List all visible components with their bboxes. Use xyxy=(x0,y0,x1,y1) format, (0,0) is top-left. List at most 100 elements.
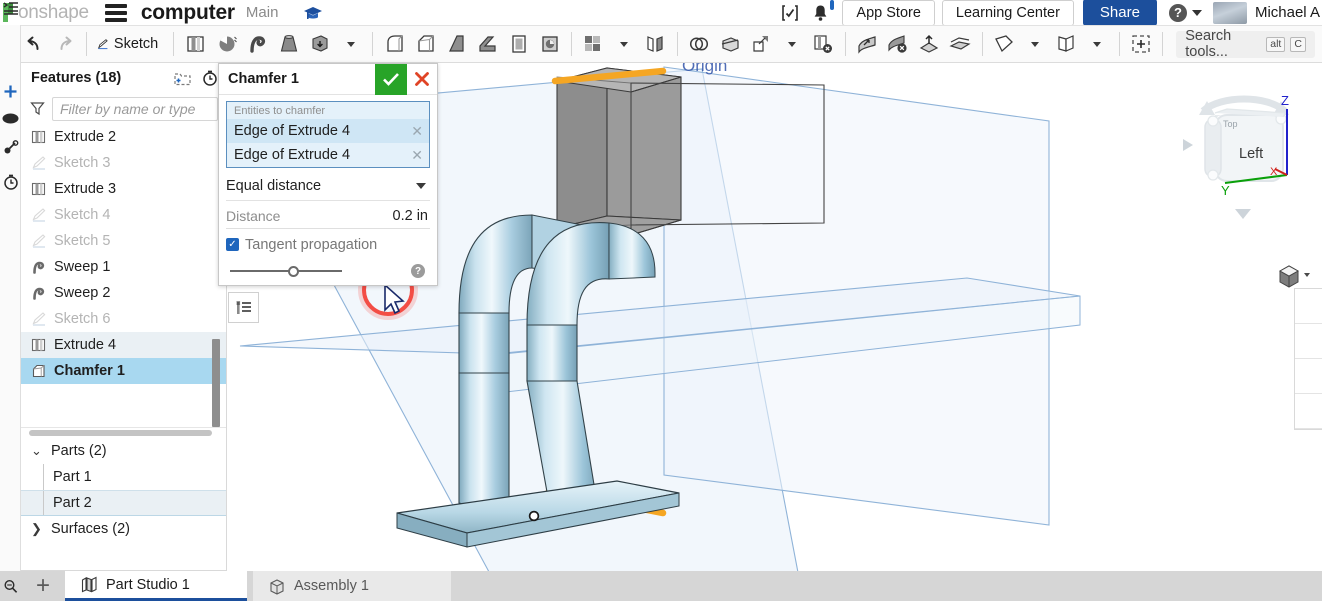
hole-icon[interactable] xyxy=(534,26,565,62)
measure-list-button[interactable] xyxy=(228,292,259,323)
revolve-icon[interactable] xyxy=(211,26,242,62)
tree-item-surfaces-2[interactable]: ❯ Surfaces (2) xyxy=(21,516,226,542)
learning-center-button[interactable]: Learning Center xyxy=(941,0,1074,26)
flyout-item[interactable] xyxy=(1295,359,1322,394)
feature-list-hscrollbar[interactable] xyxy=(21,427,226,438)
entity-item[interactable]: Edge of Extrude 4 ✕ xyxy=(227,119,429,143)
tab-part-studio-1[interactable]: Part Studio 1 xyxy=(65,571,247,601)
feature-list-item-sketch-4[interactable]: Sketch 4 xyxy=(21,202,226,228)
feature-list-item-extrude-3[interactable]: Extrude 3 xyxy=(21,176,226,202)
chevron-right-icon[interactable]: ❯ xyxy=(30,521,43,537)
feature-list-item-extrude-2[interactable]: Extrude 2 xyxy=(21,124,226,150)
version-check-icon[interactable] xyxy=(775,0,805,25)
add-tab-button[interactable]: + xyxy=(21,571,65,601)
curve-icon[interactable] xyxy=(1051,26,1082,62)
chevron-down-icon[interactable] xyxy=(416,183,426,189)
feature-list-scrollbar-thumb[interactable] xyxy=(212,339,220,427)
help-question-icon[interactable]: ? xyxy=(1168,3,1187,22)
notifications-bell-icon[interactable] xyxy=(805,0,835,25)
boolean-icon[interactable] xyxy=(684,26,715,62)
feature-list-item-sweep-1[interactable]: Sweep 1 xyxy=(21,254,226,280)
share-button[interactable]: Share xyxy=(1082,0,1157,26)
chevron-down-icon[interactable]: ⌄ xyxy=(30,443,43,459)
tab-assembly-1[interactable]: Assembly 1 xyxy=(253,571,451,601)
view-cube[interactable]: Top Z Y X Left xyxy=(1169,83,1319,233)
extrude-icon[interactable] xyxy=(180,26,211,62)
thicken-chevron-down-icon[interactable] xyxy=(335,26,366,62)
split-icon[interactable] xyxy=(715,26,746,62)
right-side-flyout-panel[interactable] xyxy=(1294,288,1322,430)
tree-item-part-2[interactable]: Part 2 xyxy=(21,490,226,516)
feature-list-hscrollbar-thumb[interactable] xyxy=(29,430,212,436)
feature-list-item-sketch-6[interactable]: Sketch 6 xyxy=(21,306,226,332)
chamfer-dialog[interactable]: Chamfer 1 Entities to chamfer Edge of Ex… xyxy=(218,63,438,286)
flyout-item[interactable] xyxy=(1295,394,1322,429)
display-style-cube-icon[interactable] xyxy=(1276,263,1316,289)
offset-surface-icon[interactable] xyxy=(945,26,976,62)
tree-item-parts-2[interactable]: ⌄ Parts (2) xyxy=(21,438,226,464)
history-timer-icon[interactable] xyxy=(0,171,21,193)
zoom-fit-icon[interactable] xyxy=(0,571,21,601)
rollback-timer-icon[interactable] xyxy=(202,70,218,86)
document-title[interactable]: computer xyxy=(141,1,235,25)
search-input[interactable]: Filter by name or type xyxy=(52,96,218,121)
appearance-icon[interactable] xyxy=(0,107,21,129)
feature-list-item-sketch-5[interactable]: Sketch 5 xyxy=(21,228,226,254)
sweep-icon[interactable] xyxy=(242,26,273,62)
user-name[interactable]: Michael A xyxy=(1255,4,1320,21)
checkbox-checked-icon[interactable]: ✓ xyxy=(226,238,239,251)
remove-x-icon[interactable]: ✕ xyxy=(411,147,423,164)
app-store-button[interactable]: App Store xyxy=(842,0,935,26)
view-cube-face-label[interactable]: Left xyxy=(1239,146,1263,162)
chamfer-type-select[interactable]: Equal distance xyxy=(226,172,430,201)
loft-icon[interactable] xyxy=(273,26,304,62)
flyout-item[interactable] xyxy=(1295,289,1322,324)
assembly-mate-icon[interactable] xyxy=(0,137,21,159)
delete-face-icon[interactable] xyxy=(883,26,914,62)
entities-to-chamfer-field[interactable]: Entities to chamfer Edge of Extrude 4 ✕ … xyxy=(226,101,430,168)
fillet-icon[interactable] xyxy=(379,26,410,62)
tree-item-part-1[interactable]: Part 1 xyxy=(21,464,226,490)
mirror-icon[interactable] xyxy=(640,26,671,62)
chamfer-icon[interactable] xyxy=(410,26,441,62)
sketch-button[interactable]: Sketch xyxy=(93,26,167,62)
filter-funnel-icon[interactable] xyxy=(30,101,45,116)
flyout-item[interactable] xyxy=(1295,324,1322,359)
entity-item[interactable]: Edge of Extrude 4 ✕ xyxy=(227,143,429,167)
feature-list-icon[interactable] xyxy=(0,0,21,19)
remove-x-icon[interactable]: ✕ xyxy=(411,123,423,140)
avatar[interactable] xyxy=(1212,1,1247,24)
transform-chevron-down-icon[interactable] xyxy=(777,26,808,62)
search-tools-input[interactable]: Search tools... alt C xyxy=(1176,28,1315,60)
help-chevron-down-icon[interactable] xyxy=(1191,9,1202,16)
help-question-icon[interactable]: ? xyxy=(411,264,425,278)
thicken-icon[interactable] xyxy=(304,26,335,62)
hamburger-menu-icon[interactable] xyxy=(104,1,127,25)
slider-track[interactable] xyxy=(230,270,342,272)
insert-plus-icon[interactable] xyxy=(0,80,21,102)
distance-value[interactable]: 0.2 in xyxy=(393,208,430,224)
pattern-icon[interactable] xyxy=(578,26,609,62)
distance-field[interactable]: Distance 0.2 in xyxy=(226,203,430,229)
feature-list-item-chamfer-1[interactable]: Chamfer 1 xyxy=(21,358,226,384)
tangent-propagation-checkbox[interactable]: ✓ Tangent propagation xyxy=(226,232,430,257)
variable-icon[interactable] xyxy=(1125,26,1156,62)
confirm-button[interactable] xyxy=(375,63,407,95)
curve-chevron-down-icon[interactable] xyxy=(1082,26,1113,62)
draft-icon[interactable] xyxy=(441,26,472,62)
add-folder-icon[interactable] xyxy=(174,71,191,86)
cancel-button[interactable] xyxy=(407,64,437,95)
pattern-chevron-down-icon[interactable] xyxy=(609,26,640,62)
slider-knob[interactable] xyxy=(288,266,299,277)
rib-icon[interactable] xyxy=(472,26,503,62)
feature-list-item-sweep-2[interactable]: Sweep 2 xyxy=(21,280,226,306)
plane-icon[interactable] xyxy=(989,26,1020,62)
move-face-icon[interactable] xyxy=(852,26,883,62)
graduation-cap-icon[interactable] xyxy=(300,2,326,24)
undo-icon[interactable] xyxy=(18,26,49,62)
opacity-slider[interactable] xyxy=(230,264,342,278)
feature-list-item-extrude-4[interactable]: Extrude 4 xyxy=(21,332,226,358)
delete-part-icon[interactable] xyxy=(808,26,839,62)
feature-list[interactable]: Extrude 2 Sketch 3 Extrude 3 Sketch 4 Sketch… xyxy=(21,124,226,427)
feature-list-item-sketch-3[interactable]: Sketch 3 xyxy=(21,150,226,176)
